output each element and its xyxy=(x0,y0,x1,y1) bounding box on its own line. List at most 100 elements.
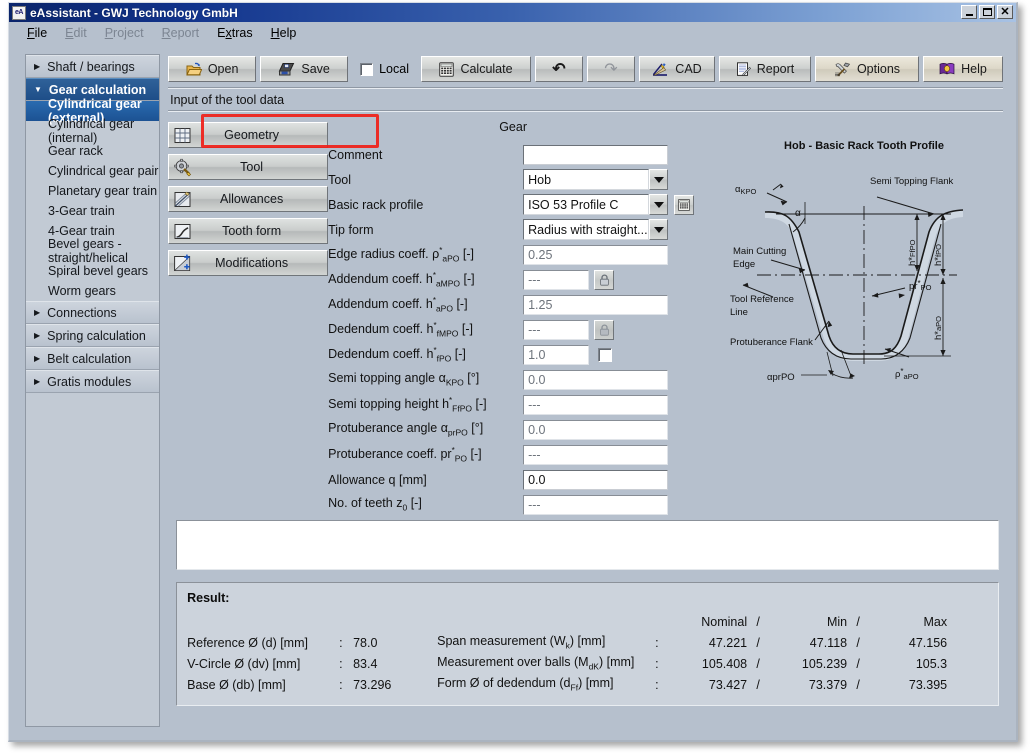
sep: / xyxy=(847,657,869,671)
label-sub: fPO xyxy=(437,353,452,363)
sidebar-group-label: Connections xyxy=(47,306,117,320)
label-sub: FfPO xyxy=(452,403,472,413)
cad-button[interactable]: CAD xyxy=(639,56,715,82)
sidebar-item-cylindrical-gear-pair[interactable]: Cylindrical gear pair xyxy=(26,161,159,181)
sidebar-item-planetary-gear-train[interactable]: Planetary gear train xyxy=(26,181,159,201)
sidebar-item-bevel-gears-straight-helical[interactable]: Bevel gears - straight/helical xyxy=(26,241,159,261)
value-nominal: 47.221 xyxy=(669,636,747,650)
result-row-form-diameter-dedendum: Form Ø of dedendum (dFf) [mm] : 73.427 /… xyxy=(437,674,988,695)
local-checkbox-group[interactable]: Local xyxy=(352,62,417,76)
colon: : xyxy=(339,636,353,650)
sidebar-item-3-gear-train[interactable]: 3-Gear train xyxy=(26,201,159,221)
semi-topping-height-input[interactable]: --- xyxy=(523,395,668,415)
tab-modifications[interactable]: Modifications xyxy=(168,250,328,276)
sidebar-group-connections[interactable]: ▶ Connections xyxy=(26,301,159,324)
no-of-teeth-input[interactable]: --- xyxy=(523,495,668,515)
maximize-button[interactable] xyxy=(979,5,995,19)
tab-allowances[interactable]: Allowances xyxy=(168,186,328,212)
label-alpha: α xyxy=(795,208,801,219)
open-button[interactable]: Open xyxy=(168,56,256,82)
label-h-apo: h*aPO xyxy=(933,316,944,340)
chevron-down-icon[interactable] xyxy=(649,194,668,215)
allowance-q-input[interactable]: 0.0 xyxy=(523,470,668,490)
label-no-of-teeth: No. of teeth z0 [-] xyxy=(328,496,523,513)
report-button-label: Report xyxy=(757,62,795,76)
menu-file[interactable]: File xyxy=(27,26,47,40)
label-unit: [-] xyxy=(411,496,422,510)
tip-form-select[interactable]: Radius with straight... xyxy=(523,219,668,240)
basic-rack-profile-select[interactable]: ISO 53 Profile C xyxy=(523,194,668,215)
notes-textarea[interactable] xyxy=(176,520,999,570)
sidebar-item-spiral-bevel-gears[interactable]: Spiral bevel gears xyxy=(26,261,159,281)
menu-extras[interactable]: Extras xyxy=(217,26,252,40)
tab-tool[interactable]: Tool xyxy=(168,154,328,180)
protuberance-coeff-input[interactable]: --- xyxy=(523,445,668,465)
calculate-button[interactable]: Calculate xyxy=(421,56,531,82)
label-post: ) [mm] xyxy=(570,634,605,648)
label-sub: fMPO xyxy=(437,328,459,338)
tool-select[interactable]: Hob xyxy=(523,169,668,190)
tab-label: Allowances xyxy=(194,192,327,206)
chevron-right-icon: ▶ xyxy=(34,377,40,386)
tool-select-value: Hob xyxy=(523,169,649,190)
label-pre: Measurement over balls (M xyxy=(437,655,588,669)
label-unit: [-] xyxy=(456,297,467,311)
close-button[interactable]: ✕ xyxy=(997,5,1013,19)
dedendum-coeff-fpo-input[interactable]: 1.0 xyxy=(523,345,589,365)
label-h-ffpo: h*FfPO xyxy=(907,239,918,266)
result-left-header-spacer xyxy=(187,612,437,632)
lock-button-ampo[interactable] xyxy=(594,270,614,290)
edge-radius-coeff-input[interactable]: 0.25 xyxy=(523,245,668,265)
sidebar-item-label: Worm gears xyxy=(48,284,116,298)
colon: : xyxy=(339,657,353,671)
addendum-coeff-ampo-input[interactable]: --- xyxy=(523,270,589,290)
chevron-right-icon: ▶ xyxy=(34,308,40,317)
label-semi-topping-height: Semi topping height h*FfPO [-] xyxy=(328,396,523,414)
sidebar-item-worm-gears[interactable]: Worm gears xyxy=(26,281,159,301)
sidebar-group-belt-calculation[interactable]: ▶ Belt calculation xyxy=(26,347,159,370)
hob-profile-diagram: Hob - Basic Rack Tooth Profile xyxy=(729,140,999,390)
tab-tooth-form[interactable]: Tooth form xyxy=(168,218,328,244)
value-min: 47.118 xyxy=(769,636,847,650)
result-label: V-Circle Ø (dv) [mm] xyxy=(187,657,339,671)
sidebar-group-shaft-bearings[interactable]: ▶ Shaft / bearings xyxy=(26,55,159,78)
report-button[interactable]: Report xyxy=(719,56,811,82)
calculator-icon-button[interactable] xyxy=(674,195,694,215)
result-label: Measurement over balls (MdK) [mm] xyxy=(437,655,655,672)
menu-edit[interactable]: Edit xyxy=(65,26,87,40)
save-button[interactable]: Save xyxy=(260,56,348,82)
label-unit: [-] xyxy=(475,397,486,411)
open-folder-icon xyxy=(186,62,202,77)
local-checkbox[interactable] xyxy=(360,63,373,76)
addendum-coeff-apo-input[interactable]: 1.25 xyxy=(523,295,668,315)
menu-project[interactable]: Project xyxy=(105,26,144,40)
comment-input[interactable] xyxy=(523,145,668,165)
help-button[interactable]: Help xyxy=(923,56,1003,82)
calculator-icon xyxy=(439,62,454,77)
chevron-down-icon[interactable] xyxy=(649,169,668,190)
options-button[interactable]: Options xyxy=(815,56,919,82)
menu-help[interactable]: Help xyxy=(271,26,297,40)
tab-geometry[interactable]: Geometry xyxy=(168,122,328,148)
semi-topping-angle-input[interactable]: 0.0 xyxy=(523,370,668,390)
label-unit: [-] xyxy=(462,322,473,336)
panel-title: Input of the tool data xyxy=(168,89,1003,110)
dedendum-coeff-fmpo-input[interactable]: --- xyxy=(523,320,589,340)
dedendum-coeff-fpo-checkbox[interactable] xyxy=(598,348,612,362)
undo-button[interactable]: ↶ xyxy=(535,56,583,82)
label-text: Edge radius coeff. ρ xyxy=(328,247,439,261)
redo-button[interactable]: ↷ xyxy=(587,56,635,82)
label-sub: PO xyxy=(455,453,467,463)
minimize-button[interactable] xyxy=(961,5,977,19)
menu-report[interactable]: Report xyxy=(162,26,200,40)
result-grid: Reference Ø (d) [mm] : 78.0 V-Circle Ø (… xyxy=(187,612,988,695)
sidebar-group-gratis-modules[interactable]: ▶ Gratis modules xyxy=(26,370,159,393)
protuberance-angle-input[interactable]: 0.0 xyxy=(523,420,668,440)
lock-button-fmpo[interactable] xyxy=(594,320,614,340)
label-semi-topping-angle: Semi topping angle αKPO [°] xyxy=(328,371,523,388)
sidebar-group-label: Gratis modules xyxy=(47,375,131,389)
chevron-down-icon[interactable] xyxy=(649,219,668,240)
sidebar-group-spring-calculation[interactable]: ▶ Spring calculation xyxy=(26,324,159,347)
tools-wrench-hammer-icon xyxy=(834,62,851,77)
sidebar-item-cylindrical-gear-internal[interactable]: Cylindrical gear (internal) xyxy=(26,121,159,141)
